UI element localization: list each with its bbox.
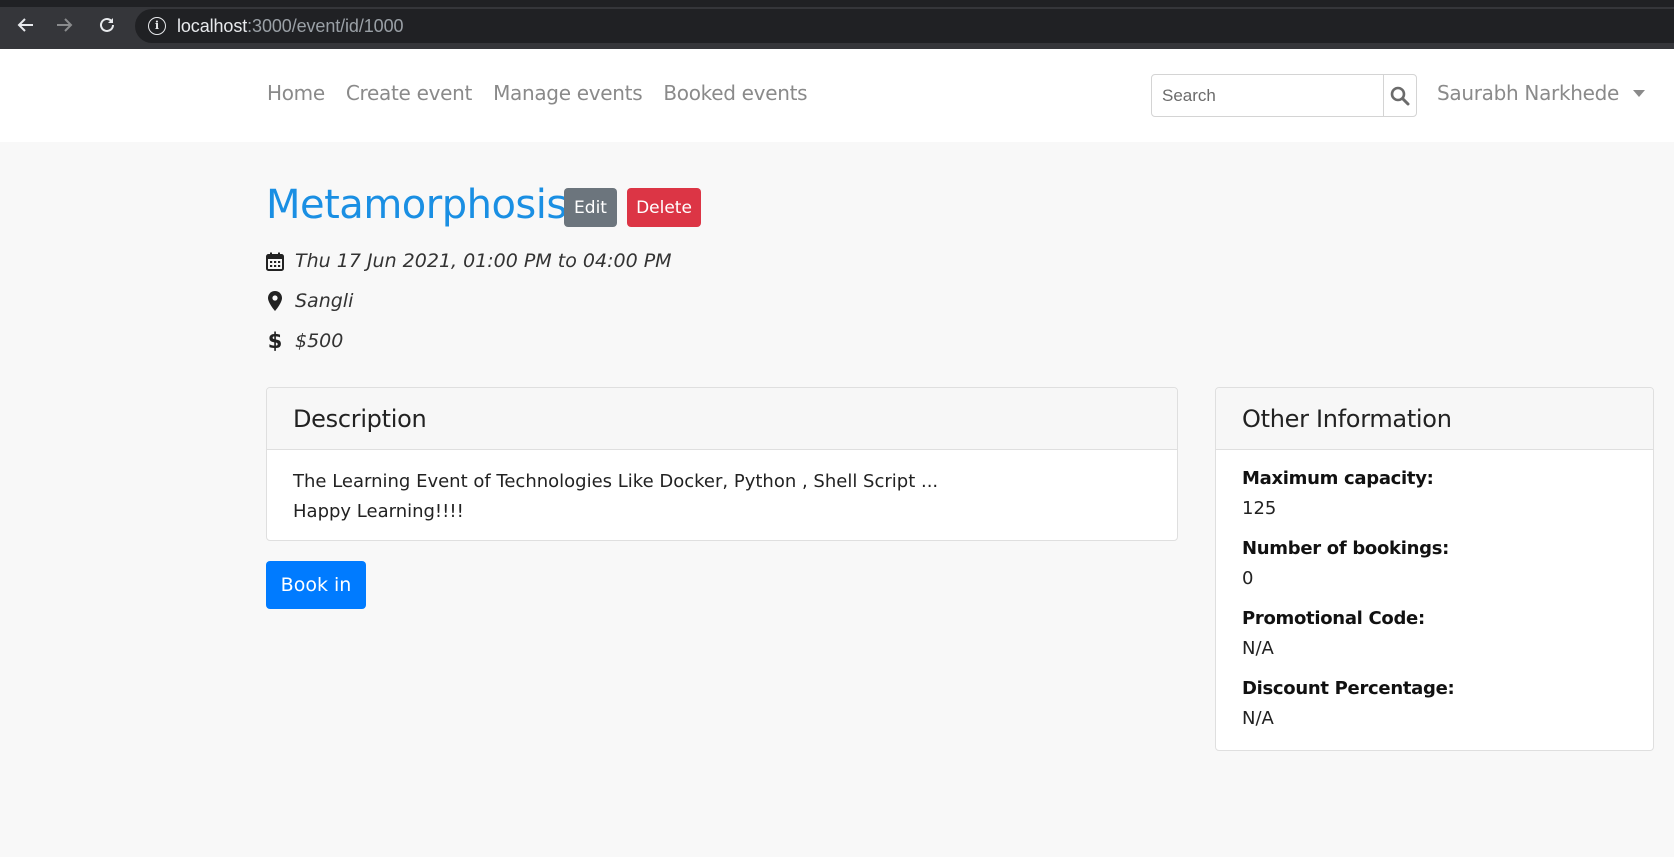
description-card: Description The Learning Event of Techno… <box>266 387 1178 541</box>
description-heading: Description <box>267 388 1177 450</box>
max-capacity-label: Maximum capacity: <box>1242 468 1434 489</box>
search-button[interactable] <box>1384 75 1416 116</box>
description-line: The Learning Event of Technologies Like … <box>293 471 939 492</box>
browser-toolbar: i localhost:3000/event/id/1000 <box>0 0 1674 49</box>
description-line: Happy Learning!!!! <box>293 501 464 522</box>
user-menu-dropdown[interactable]: Saurabh Narkhede <box>1437 81 1646 105</box>
other-information-heading: Other Information <box>1216 388 1653 450</box>
search-form <box>1151 74 1417 117</box>
search-input[interactable] <box>1152 75 1384 116</box>
map-marker-icon <box>266 291 284 311</box>
promo-code-value: N/A <box>1242 638 1274 659</box>
browser-tab-strip <box>0 0 1674 7</box>
discount-percentage-value: N/A <box>1242 708 1274 729</box>
arrow-right-icon[interactable] <box>51 12 77 38</box>
url-text[interactable]: localhost:3000/event/id/1000 <box>177 16 403 37</box>
delete-button[interactable]: Delete <box>627 188 701 227</box>
event-datetime-text: Thu 17 Jun 2021, 01:00 PM to 04:00 PM <box>295 250 672 272</box>
reload-icon[interactable] <box>94 12 120 38</box>
nav-link-create-event[interactable]: Create event <box>346 81 472 105</box>
event-price: $ $500 <box>266 329 344 353</box>
nav-link-home[interactable]: Home <box>267 81 325 105</box>
nav-links: Home Create event Manage events Booked e… <box>267 81 808 105</box>
user-name: Saurabh Narkhede <box>1437 81 1620 105</box>
search-icon <box>1390 86 1410 105</box>
description-body: The Learning Event of Technologies Like … <box>267 450 1177 544</box>
caret-down-icon <box>1633 89 1646 97</box>
address-bar[interactable]: i localhost:3000/event/id/1000 <box>135 9 1674 43</box>
nav-link-manage-events[interactable]: Manage events <box>493 81 643 105</box>
event-location-text: Sangli <box>295 290 354 312</box>
calendar-icon <box>266 251 284 271</box>
book-in-button[interactable]: Book in <box>266 561 366 609</box>
app-navbar: Home Create event Manage events Booked e… <box>0 49 1674 142</box>
event-price-text: $500 <box>295 330 344 352</box>
other-information-card: Other Information Maximum capacity: 125 … <box>1215 387 1654 751</box>
event-title: Metamorphosis <box>266 182 567 228</box>
edit-button[interactable]: Edit <box>564 188 617 227</box>
arrow-left-icon[interactable] <box>13 12 39 38</box>
dollar-icon: $ <box>267 329 283 353</box>
bookings-count-label: Number of bookings: <box>1242 538 1450 559</box>
event-datetime: Thu 17 Jun 2021, 01:00 PM to 04:00 PM <box>266 250 672 272</box>
discount-percentage-label: Discount Percentage: <box>1242 678 1455 699</box>
other-information-body: Maximum capacity: 125 Number of bookings… <box>1216 450 1653 761</box>
info-icon[interactable]: i <box>148 17 166 35</box>
promo-code-label: Promotional Code: <box>1242 608 1425 629</box>
nav-link-booked-events[interactable]: Booked events <box>663 81 807 105</box>
event-location: Sangli <box>266 290 353 312</box>
max-capacity-value: 125 <box>1242 498 1277 519</box>
bookings-count-value: 0 <box>1242 568 1254 589</box>
